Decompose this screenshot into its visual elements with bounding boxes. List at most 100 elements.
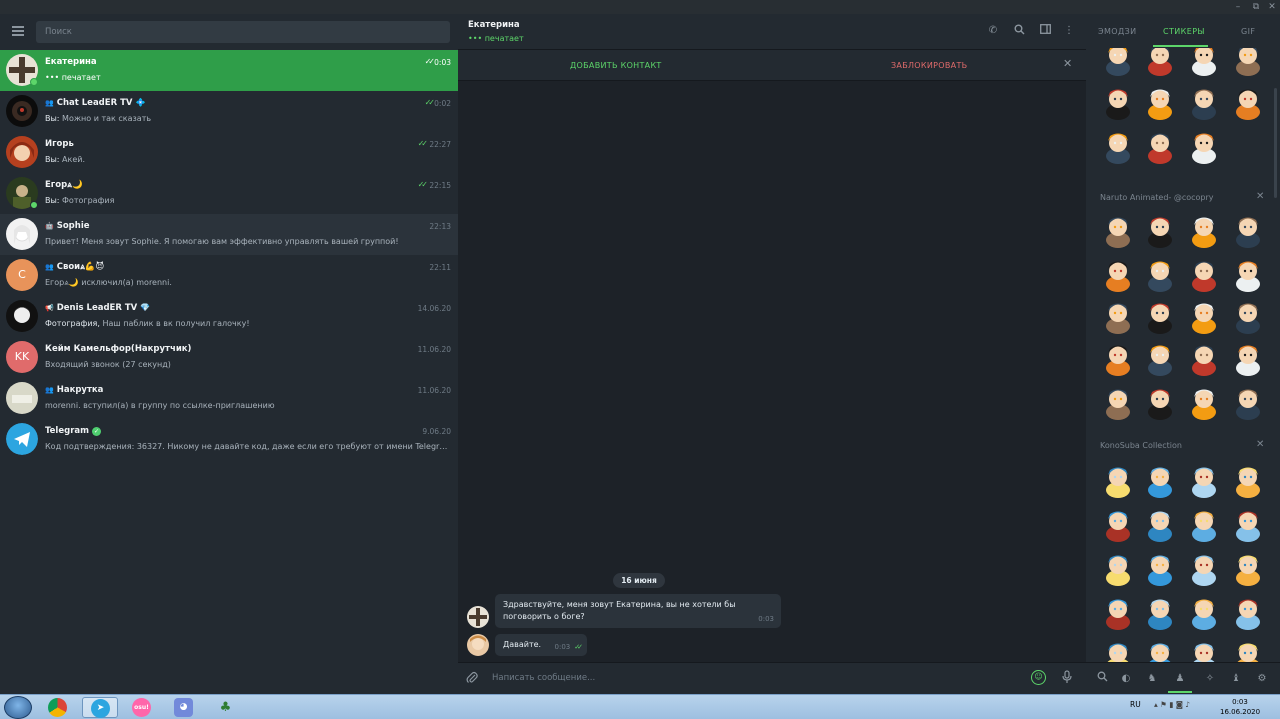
sticker[interactable] [1230,340,1266,376]
sticker[interactable] [1100,84,1136,120]
sticker[interactable] [1100,594,1136,630]
sticker[interactable] [1186,384,1222,420]
maximize-button[interactable]: ⧉ [1250,1,1262,13]
sticker[interactable] [1142,340,1178,376]
sticker-set-icon[interactable]: ✧ [1202,671,1218,687]
block-button[interactable]: ЗАБЛОКИРОВАТЬ [891,61,967,70]
sticker[interactable] [1186,340,1222,376]
sticker[interactable] [1100,638,1136,662]
system-clock[interactable]: 0:03 16.06.2020 [1220,697,1260,717]
gear-icon[interactable]: ⚙ [1254,671,1270,687]
language-indicator[interactable]: RU [1130,700,1141,709]
sticker-set-icon[interactable]: ♟ [1172,671,1188,687]
sticker[interactable] [1142,128,1178,164]
sidebar-toggle-icon[interactable] [1038,24,1052,38]
sticker[interactable] [1100,384,1136,420]
sticker[interactable] [1100,298,1136,334]
tree-app-taskbar-button[interactable]: ♣ [208,697,244,718]
sticker[interactable] [1100,212,1136,248]
sticker[interactable] [1100,256,1136,292]
sticker[interactable] [1230,638,1266,662]
tab-stickers[interactable]: СТИКЕРЫ [1163,27,1205,36]
search-input[interactable]: Поиск [36,21,450,43]
sticker[interactable] [1142,84,1178,120]
add-contact-button[interactable]: ДОБАВИТЬ КОНТАКТ [570,61,662,70]
recent-icon[interactable]: ◐ [1118,671,1134,687]
close-window-button[interactable]: ✕ [1266,1,1278,13]
chrome-taskbar-button[interactable] [40,697,76,718]
sticker[interactable] [1100,48,1136,76]
incoming-message[interactable]: Здравствуйте, меня зовут Екатерина, вы н… [495,594,781,628]
sticker[interactable] [1100,340,1136,376]
sticker[interactable] [1230,506,1266,542]
phone-icon[interactable]: ✆ [986,24,1000,38]
sticker[interactable] [1186,594,1222,630]
sticker[interactable] [1100,506,1136,542]
sticker[interactable] [1186,128,1222,164]
sticker[interactable] [1230,594,1266,630]
sticker[interactable] [1230,550,1266,586]
outgoing-message[interactable]: Давайте. 0:03 ✓✓ [495,634,587,656]
sticker[interactable] [1186,256,1222,292]
chat-list-item[interactable]: Игорь Вы: Акей. 22:27 ✓✓ [0,132,458,173]
sticker[interactable] [1230,298,1266,334]
tray-icons[interactable]: ▴ ⚑ ▮ ◙ ♪ [1154,700,1190,709]
sticker[interactable] [1230,256,1266,292]
chat-list-item[interactable]: KK Кейм Камельфор(Накрутчик) Входящий звон… [0,337,458,378]
sticker[interactable] [1142,594,1178,630]
sticker[interactable] [1142,506,1178,542]
chat-list-item[interactable]: С 👥 Свои⩓💪😈 Егор⩓🌙 исключил(а) morenni. 22:1… [0,255,458,296]
sticker[interactable] [1100,128,1136,164]
attach-icon[interactable] [466,671,480,685]
sticker[interactable] [1142,212,1178,248]
conversation-title[interactable]: Екатерина [468,20,520,30]
message-input[interactable]: Написать сообщение... [492,673,595,683]
chat-list-item[interactable]: Telegram ✓ Код подтверждения: 36327. Ником… [0,419,458,460]
minimize-button[interactable]: – [1232,1,1244,13]
search-icon[interactable] [1012,24,1026,38]
scrollbar[interactable] [1274,88,1277,198]
chat-list-item[interactable]: 🤖 Sophie Привет! Меня зовут Sophie. Я помо… [0,214,458,255]
sticker[interactable] [1230,462,1266,498]
sticker[interactable] [1230,384,1266,420]
sticker-set-icon[interactable]: ♞ [1144,671,1160,687]
sticker[interactable] [1230,48,1266,76]
sticker[interactable] [1142,298,1178,334]
chat-list-item[interactable]: Екатерина ••• печатает 0:03 ✓✓ [0,50,458,91]
emoji-icon[interactable]: ☺ [1031,670,1046,685]
tab-gif[interactable]: GIF [1241,27,1255,36]
sticker[interactable] [1186,550,1222,586]
close-icon[interactable]: ✕ [1063,57,1072,70]
sticker[interactable] [1186,298,1222,334]
sticker[interactable] [1230,84,1266,120]
start-button[interactable] [4,696,32,719]
search-icon[interactable] [1094,671,1110,687]
sticker[interactable] [1142,48,1178,76]
sticker[interactable] [1142,384,1178,420]
microphone-icon[interactable] [1062,670,1072,687]
sticker[interactable] [1100,550,1136,586]
menu-icon[interactable] [12,26,24,36]
discord-taskbar-button[interactable]: ◕ [166,697,202,718]
sticker[interactable] [1186,638,1222,662]
sticker[interactable] [1186,506,1222,542]
tab-emoji[interactable]: ЭМОДЗИ [1098,27,1137,36]
close-icon[interactable]: ✕ [1256,191,1264,202]
telegram-taskbar-button[interactable]: ➤ [82,697,118,718]
sticker[interactable] [1186,48,1222,76]
sticker[interactable] [1230,212,1266,248]
sticker[interactable] [1186,212,1222,248]
sticker[interactable] [1142,462,1178,498]
chat-list-item[interactable]: 👥 Chat LeadER TV 💠 Вы: Можно и так сказать 0… [0,91,458,132]
sticker[interactable] [1186,84,1222,120]
osu-taskbar-button[interactable]: osu! [124,697,160,718]
avatar[interactable] [467,634,489,656]
more-vertical-icon[interactable]: ⋮ [1062,24,1076,38]
avatar[interactable] [467,606,489,628]
sticker[interactable] [1100,462,1136,498]
close-icon[interactable]: ✕ [1256,439,1264,450]
chat-list-item[interactable]: 📢 Denis LeadER TV 💎 Фотография, Наш паблик … [0,296,458,337]
chat-list-item[interactable]: 👥 Накрутка morenni. вступил(а) в группу по… [0,378,458,419]
sticker[interactable] [1142,638,1178,662]
sticker-set-icon[interactable]: ♝ [1228,671,1244,687]
